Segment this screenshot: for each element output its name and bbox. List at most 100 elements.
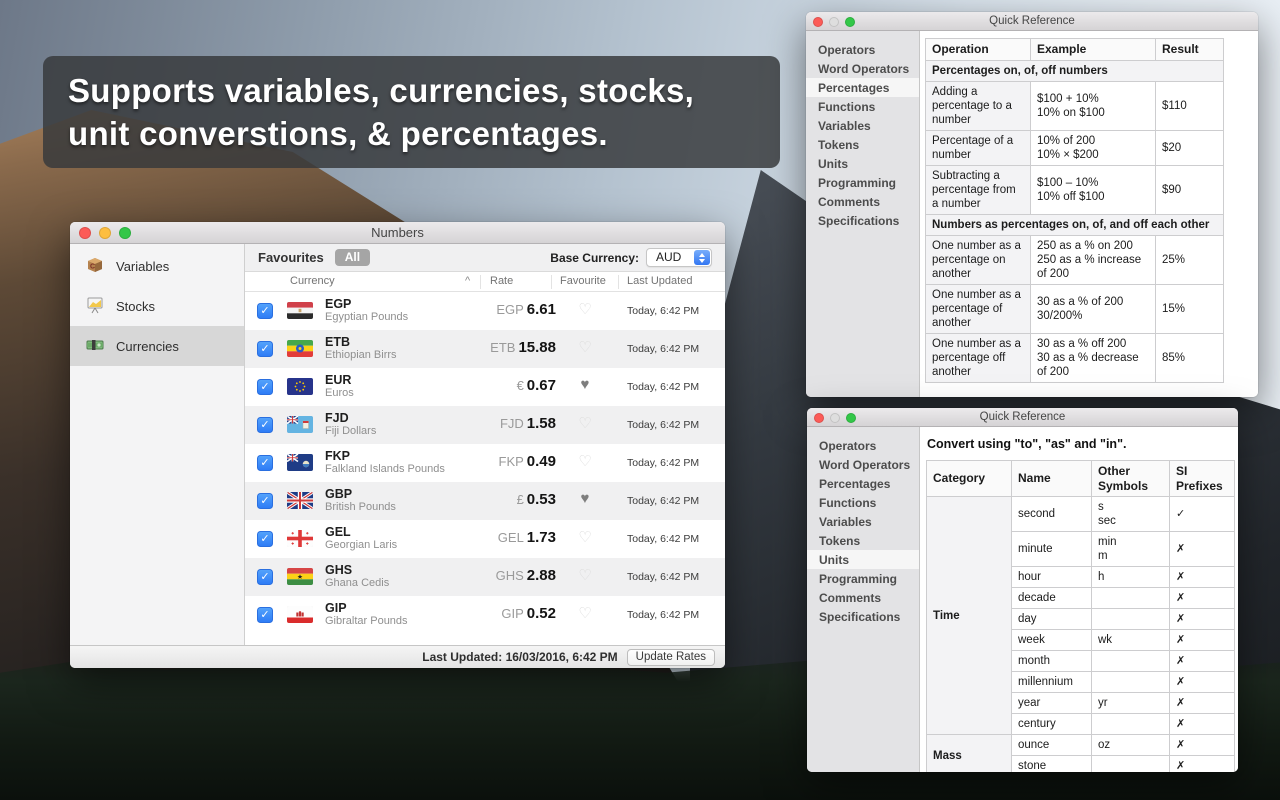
sidebar-item-specifications[interactable]: Specifications: [807, 607, 919, 626]
table-row: Timeseconds sec✓: [927, 497, 1235, 532]
sidebar-item-percentages[interactable]: Percentages: [807, 474, 919, 493]
enabled-checkbox[interactable]: ✓: [257, 493, 273, 509]
currency-row-gip[interactable]: ✓GIPGibraltar PoundsGIP0.52♡Today, 6:42 …: [245, 596, 725, 634]
currency-row-egp[interactable]: ✓EGPEgyptian PoundsEGP6.61♡Today, 6:42 P…: [245, 292, 725, 330]
quick-reference-window-bottom: Quick Reference OperatorsWord OperatorsP…: [807, 408, 1238, 772]
column-header-favourite[interactable]: Favourite: [560, 275, 606, 287]
qr-bottom-titlebar[interactable]: Quick Reference: [807, 408, 1238, 427]
sidebar-item-currencies[interactable]: Currencies: [70, 326, 244, 366]
sidebar-item-functions[interactable]: Functions: [806, 97, 919, 116]
currency-row-fjd[interactable]: ✓FJDFiji DollarsFJD1.58♡Today, 6:42 PM: [245, 406, 725, 444]
enabled-checkbox[interactable]: ✓: [257, 417, 273, 433]
currency-row-eur[interactable]: ✓EUREuros€0.67♥Today, 6:42 PM: [245, 368, 725, 406]
sidebar-item-operators[interactable]: Operators: [806, 40, 919, 59]
last-updated-value: Today, 6:42 PM: [627, 571, 699, 583]
qr-top-content: OperationExampleResultPercentages on, of…: [920, 31, 1258, 397]
unit-name-cell: stone: [1012, 756, 1092, 772]
favourite-heart-icon[interactable]: ♥: [575, 376, 595, 393]
sidebar-item-word-operators[interactable]: Word Operators: [806, 59, 919, 78]
sidebar-item-units[interactable]: Units: [807, 550, 919, 569]
section-row: Numbers as percentages on, of, and off e…: [926, 214, 1224, 235]
column-header-rate[interactable]: Rate: [490, 275, 513, 287]
favourites-filter-button[interactable]: Favourites: [258, 250, 324, 265]
sidebar-item-word-operators[interactable]: Word Operators: [807, 455, 919, 474]
sidebar-item-variables[interactable]: Variables: [807, 512, 919, 531]
column-header-category: Category: [927, 461, 1012, 497]
section-label: Percentages on, of, off numbers: [926, 60, 1224, 81]
sort-indicator-icon: ^: [465, 275, 470, 287]
si-prefix-cell: ✗: [1170, 714, 1235, 735]
banner-line-1: Supports variables, currencies, stocks,: [68, 69, 780, 112]
column-header-other-symbols: Other Symbols: [1092, 461, 1170, 497]
all-filter-button[interactable]: All: [335, 249, 370, 266]
example-cell: 30 as a % of 200 30/200%: [1031, 284, 1156, 333]
sidebar-item-stocks[interactable]: Stocks: [70, 286, 244, 326]
units-reference-table: CategoryNameOther SymbolsSI PrefixesTime…: [926, 460, 1235, 772]
close-button[interactable]: [814, 413, 824, 423]
sidebar-item-comments[interactable]: Comments: [806, 192, 919, 211]
sidebar-item-operators[interactable]: Operators: [807, 436, 919, 455]
currency-row-gel[interactable]: ✓GELGeorgian LarisGEL1.73♡Today, 6:42 PM: [245, 520, 725, 558]
sidebar-item-tokens[interactable]: Tokens: [806, 135, 919, 154]
enabled-checkbox[interactable]: ✓: [257, 607, 273, 623]
favourite-heart-icon[interactable]: ♡: [575, 566, 595, 584]
sidebar-item-programming[interactable]: Programming: [807, 569, 919, 588]
enabled-checkbox[interactable]: ✓: [257, 531, 273, 547]
column-header-last-updated[interactable]: Last Updated: [627, 275, 692, 287]
favourite-heart-icon[interactable]: ♡: [575, 338, 595, 356]
favourite-heart-icon[interactable]: ♡: [575, 300, 595, 318]
base-currency-popup[interactable]: AUD: [646, 248, 712, 267]
enabled-checkbox[interactable]: ✓: [257, 379, 273, 395]
zoom-button[interactable]: [846, 413, 856, 423]
last-updated-value: Today, 6:42 PM: [627, 457, 699, 469]
currency-row-ghs[interactable]: ✓GHSGhana CedisGHS2.88♡Today, 6:42 PM: [245, 558, 725, 596]
close-button[interactable]: [813, 17, 823, 27]
qr-top-sidebar: OperatorsWord OperatorsPercentagesFuncti…: [806, 31, 920, 397]
si-prefix-cell: ✗: [1170, 630, 1235, 651]
section-label: Numbers as percentages on, of, and off e…: [926, 214, 1224, 235]
si-prefix-cell: ✗: [1170, 567, 1235, 588]
other-symbols-cell: min m: [1092, 532, 1170, 567]
enabled-checkbox[interactable]: ✓: [257, 455, 273, 471]
sidebar-item-programming[interactable]: Programming: [806, 173, 919, 192]
zoom-button[interactable]: [845, 17, 855, 27]
table-row: Massounceoz✗: [927, 735, 1235, 756]
currency-name: Gibraltar Pounds: [325, 615, 408, 627]
flag-ge-icon: [287, 530, 313, 547]
sidebar-item-variables[interactable]: Variables: [806, 116, 919, 135]
sidebar-item-percentages[interactable]: Percentages: [806, 78, 919, 97]
operation-cell: One number as a percentage of another: [926, 284, 1031, 333]
table-row: Subtracting a percentage from a number$1…: [926, 165, 1224, 214]
close-button[interactable]: [79, 227, 91, 239]
table-row: Adding a percentage to a number$100 + 10…: [926, 81, 1224, 130]
zoom-button[interactable]: [119, 227, 131, 239]
enabled-checkbox[interactable]: ✓: [257, 303, 273, 319]
sidebar-item-units[interactable]: Units: [806, 154, 919, 173]
favourite-heart-icon[interactable]: ♡: [575, 528, 595, 546]
numbers-titlebar[interactable]: Numbers: [70, 222, 725, 244]
favourite-heart-icon[interactable]: ♥: [575, 490, 595, 507]
currency-row-etb[interactable]: ✓ETBEthiopian BirrsETB15.88♡Today, 6:42 …: [245, 330, 725, 368]
enabled-checkbox[interactable]: ✓: [257, 569, 273, 585]
sidebar-item-comments[interactable]: Comments: [807, 588, 919, 607]
category-cell: Mass: [927, 735, 1012, 772]
currency-row-gbp[interactable]: ✓GBPBritish Pounds£0.53♥Today, 6:42 PM: [245, 482, 725, 520]
sidebar-item-functions[interactable]: Functions: [807, 493, 919, 512]
sidebar-item-specifications[interactable]: Specifications: [806, 211, 919, 230]
currency-row-fkp[interactable]: ✓FKPFalkland Islands PoundsFKP0.49♡Today…: [245, 444, 725, 482]
favourite-heart-icon[interactable]: ♡: [575, 414, 595, 432]
currency-code: EGP: [325, 297, 351, 311]
sidebar-item-tokens[interactable]: Tokens: [807, 531, 919, 550]
qr-top-titlebar[interactable]: Quick Reference: [806, 12, 1258, 31]
sidebar-item-variables[interactable]: CVariables: [70, 246, 244, 286]
column-header-currency[interactable]: Currency: [290, 275, 335, 287]
update-rates-button[interactable]: Update Rates: [627, 649, 715, 666]
currency-name: Egyptian Pounds: [325, 311, 408, 323]
result-cell: $20: [1156, 130, 1224, 165]
favourite-heart-icon[interactable]: ♡: [575, 604, 595, 622]
favourite-heart-icon[interactable]: ♡: [575, 452, 595, 470]
minimize-button[interactable]: [99, 227, 111, 239]
result-cell: $110: [1156, 81, 1224, 130]
enabled-checkbox[interactable]: ✓: [257, 341, 273, 357]
column-header-name: Name: [1012, 461, 1092, 497]
